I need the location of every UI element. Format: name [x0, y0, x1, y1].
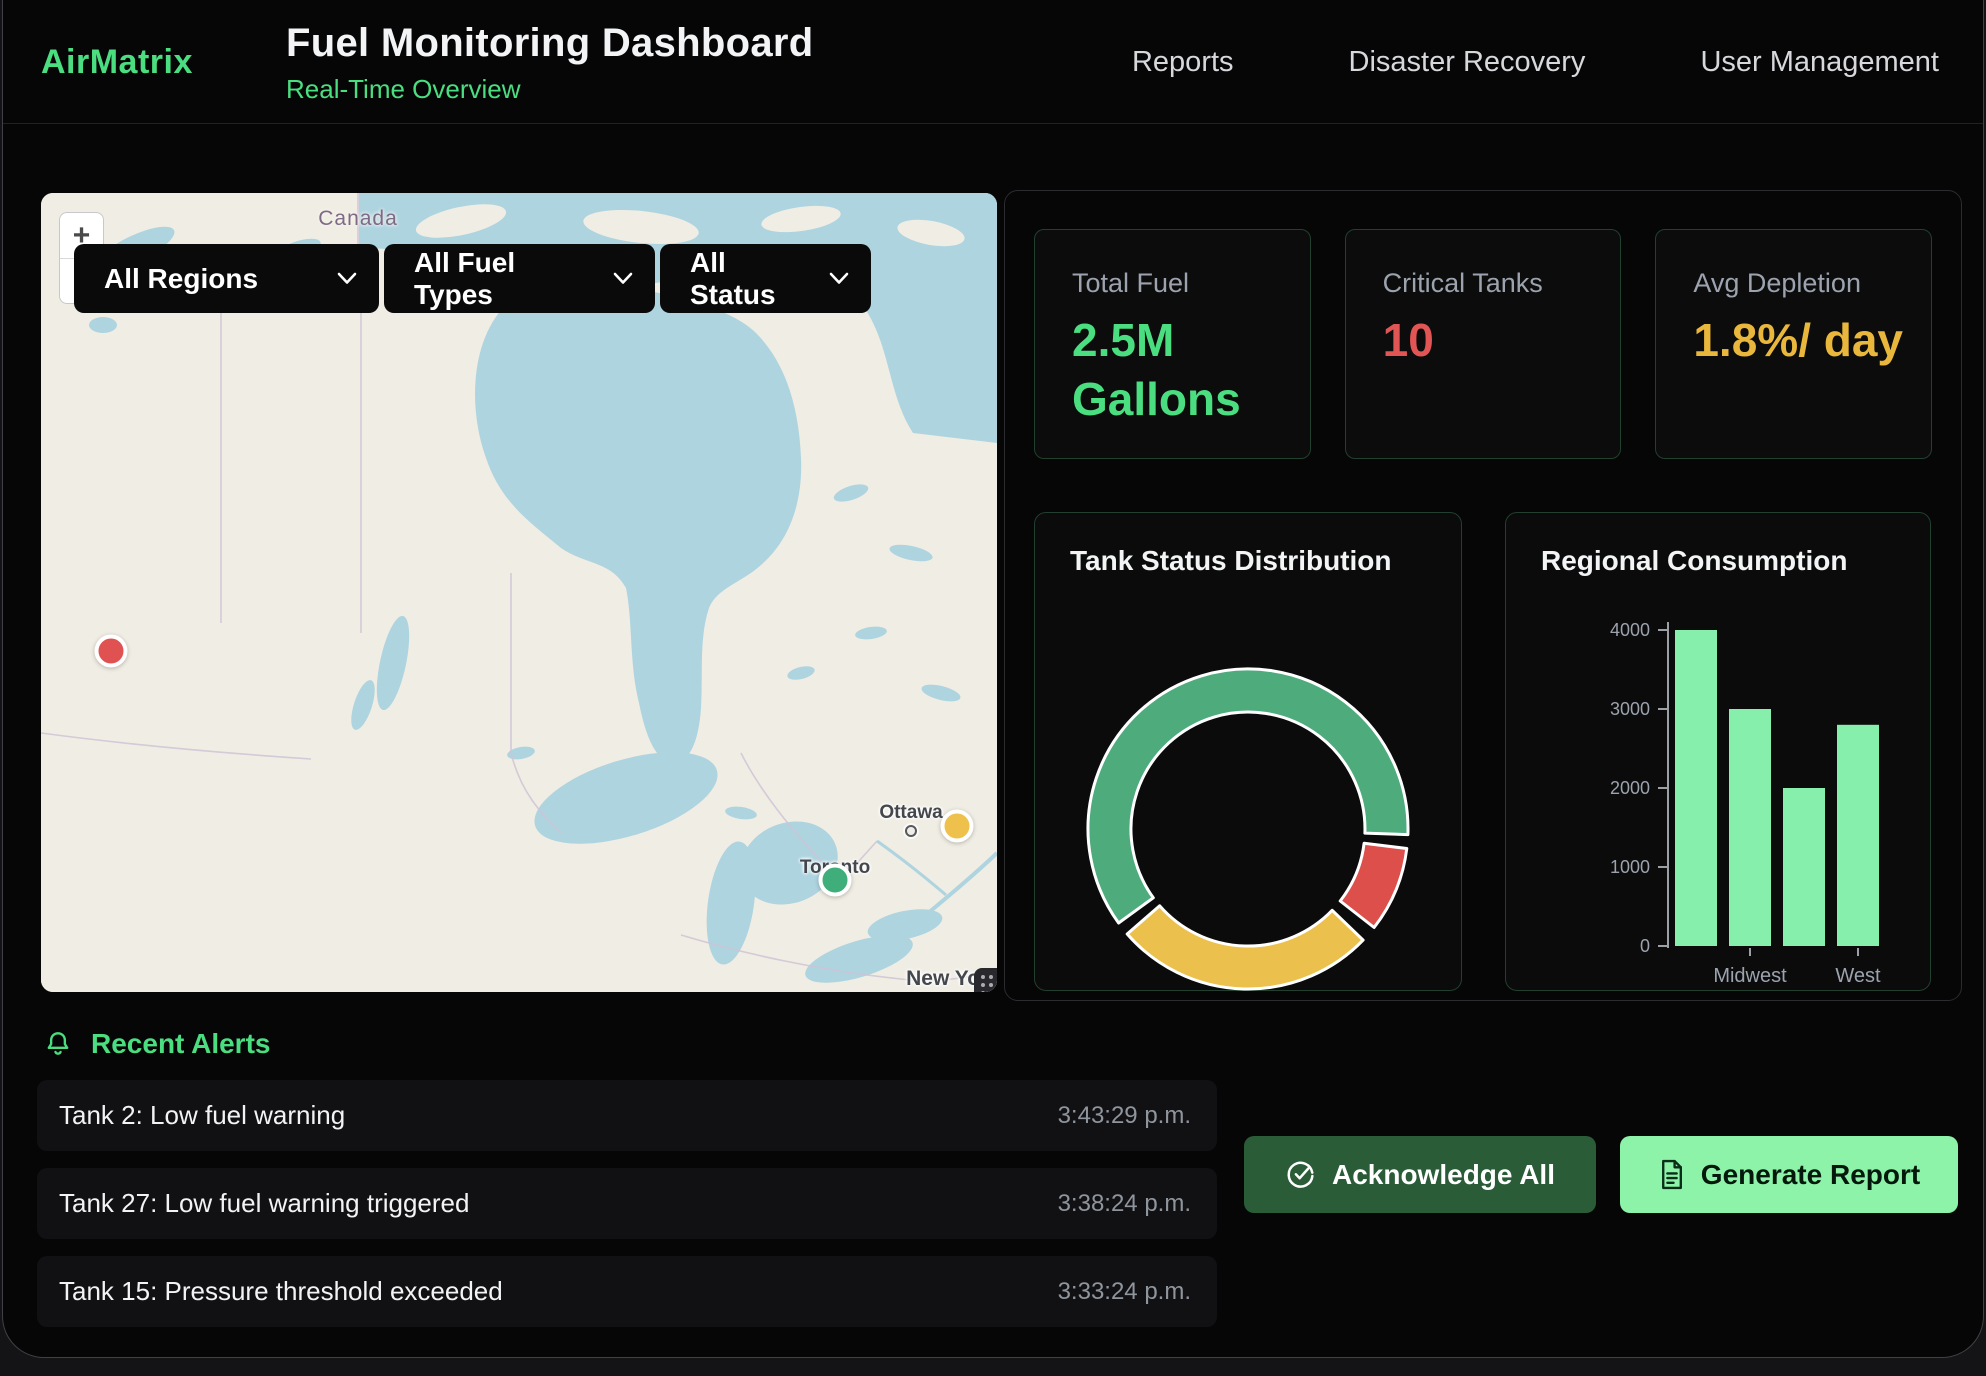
alert-message: Tank 15: Pressure threshold exceeded [59, 1276, 1058, 1307]
filter-dropdown-all-regions[interactable]: All Regions [74, 244, 379, 313]
alert-row[interactable]: Tank 2: Low fuel warning3:43:29 p.m. [37, 1080, 1217, 1151]
y-tick-label: 0 [1640, 936, 1650, 956]
generate-report-button[interactable]: Generate Report [1620, 1136, 1958, 1213]
metrics-panel: Total Fuel 2.5M Gallons Critical Tanks 10 Av… [1004, 190, 1962, 1001]
stat-value: 2.5M Gallons [1072, 311, 1282, 429]
nav-item-disaster-recovery[interactable]: Disaster Recovery [1349, 46, 1586, 79]
stat-label: Avg Depletion [1693, 268, 1931, 299]
title-block: Fuel Monitoring Dashboard Real-Time Over… [286, 21, 813, 105]
stat-label: Total Fuel [1072, 268, 1310, 299]
filter-dropdown-all-status[interactable]: All Status [660, 244, 871, 313]
regional-consumption-bar-chart: 0 1000 2000 3000 4000 Midwest West [1506, 513, 1932, 992]
map-country-label: Canada [318, 207, 398, 231]
stat-card-total-fuel: Total Fuel 2.5M Gallons [1034, 229, 1311, 459]
tank-marker[interactable] [819, 864, 852, 897]
bar-3[interactable] [1783, 788, 1825, 946]
nav-item-reports[interactable]: Reports [1132, 46, 1234, 79]
chevron-down-icon [829, 272, 849, 285]
x-tick-label: Midwest [1713, 965, 1787, 987]
tank-marker[interactable] [941, 810, 974, 843]
alert-timestamp: 3:38:24 p.m. [1058, 1190, 1191, 1218]
bell-icon [43, 1029, 73, 1059]
stat-label: Critical Tanks [1383, 268, 1621, 299]
chevron-down-icon [337, 272, 357, 285]
app-logo: AirMatrix [41, 0, 193, 124]
fuel-map[interactable]: Canada OttawaTorontoNew York + − All Reg… [41, 193, 997, 992]
tank-marker[interactable] [95, 635, 128, 668]
donut-chart-title: Tank Status Distribution [1070, 545, 1392, 577]
y-tick-label: 3000 [1610, 699, 1650, 719]
page-title: Fuel Monitoring Dashboard [286, 21, 813, 66]
tank-status-donut-chart [1035, 513, 1463, 992]
y-tick-label: 4000 [1610, 620, 1650, 640]
city-dot-icon [905, 825, 917, 837]
bar-1[interactable] [1675, 630, 1717, 946]
alert-row[interactable]: Tank 15: Pressure threshold exceeded3:33… [37, 1256, 1217, 1327]
alert-timestamp: 3:33:24 p.m. [1058, 1278, 1191, 1306]
bar-2[interactable] [1729, 709, 1771, 946]
tank-status-card: Tank Status Distribution [1034, 512, 1462, 991]
generate-report-label: Generate Report [1701, 1159, 1920, 1191]
header: AirMatrix Fuel Monitoring Dashboard Real… [3, 0, 1983, 124]
acknowledge-all-button[interactable]: Acknowledge All [1244, 1136, 1596, 1213]
alert-row[interactable]: Tank 27: Low fuel warning triggered3:38:… [37, 1168, 1217, 1239]
donut-segment-red-critical[interactable] [1340, 843, 1407, 927]
city-label-ottawa: Ottawa [879, 802, 942, 824]
dropdown-selected-value: All Fuel Types [414, 247, 589, 311]
bar-chart-title: Regional Consumption [1541, 545, 1847, 577]
alert-message: Tank 2: Low fuel warning [59, 1100, 1058, 1131]
check-circle-icon [1285, 1159, 1316, 1190]
stat-value: 1.8%/ day [1693, 311, 1903, 370]
alerts-heading-label: Recent Alerts [91, 1028, 270, 1060]
acknowledge-all-label: Acknowledge All [1332, 1159, 1555, 1191]
bar-4[interactable] [1837, 725, 1879, 946]
y-tick-label: 1000 [1610, 857, 1650, 877]
stat-card-critical-tanks: Critical Tanks 10 [1345, 229, 1622, 459]
alert-message: Tank 27: Low fuel warning triggered [59, 1188, 1058, 1219]
map-filter-bar: All Regions All Fuel Types All Status [74, 244, 871, 313]
dropdown-selected-value: All Regions [104, 263, 313, 295]
page-subtitle: Real-Time Overview [286, 74, 813, 105]
nav-item-user-management[interactable]: User Management [1700, 46, 1939, 79]
stat-card-avg-depletion: Avg Depletion 1.8%/ day [1655, 229, 1932, 459]
stats-row: Total Fuel 2.5M Gallons Critical Tanks 10 Av… [1034, 229, 1932, 459]
chevron-down-icon [613, 272, 633, 285]
map-resize-handle[interactable] [974, 968, 997, 992]
filter-dropdown-all-fuel-types[interactable]: All Fuel Types [384, 244, 655, 313]
main-nav: Reports Disaster Recovery User Management [1132, 0, 1939, 124]
dashboard-window: AirMatrix Fuel Monitoring Dashboard Real… [2, 0, 1984, 1358]
stat-value: 10 [1383, 311, 1593, 370]
alerts-heading: Recent Alerts [43, 1028, 270, 1060]
regional-consumption-card: Regional Consumption 0 1000 2000 3000 4000 Mi… [1505, 512, 1931, 991]
alert-timestamp: 3:43:29 p.m. [1058, 1102, 1191, 1130]
y-tick-label: 2000 [1610, 778, 1650, 798]
dropdown-selected-value: All Status [690, 247, 805, 311]
donut-segment-amber-warning[interactable] [1127, 906, 1363, 989]
x-tick-label: West [1835, 965, 1881, 987]
document-icon [1658, 1159, 1685, 1190]
